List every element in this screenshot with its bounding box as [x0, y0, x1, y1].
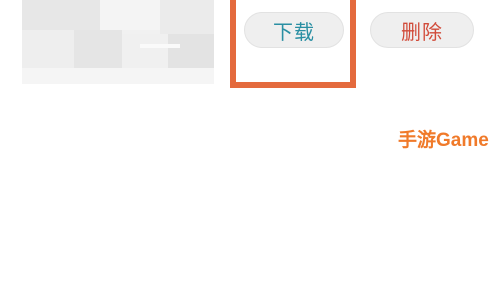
thumbnail-blur-block: [160, 0, 214, 34]
thumbnail-blur-block: [122, 34, 168, 68]
thumbnail-blur-block: [22, 68, 214, 84]
thumbnail-blur-bar: [140, 44, 180, 48]
watermark: 手游Game: [398, 130, 489, 151]
thumbnail-blur-block: [100, 0, 160, 30]
delete-button[interactable]: 删除: [370, 12, 474, 48]
thumbnail-blur-block: [74, 30, 122, 68]
thumbnail-blur-block: [22, 30, 74, 68]
thumbnail-blur-block: [168, 34, 214, 68]
item-thumbnail: [22, 0, 214, 84]
thumbnail-blur-block: [22, 0, 100, 30]
download-button[interactable]: 下载: [244, 12, 344, 48]
